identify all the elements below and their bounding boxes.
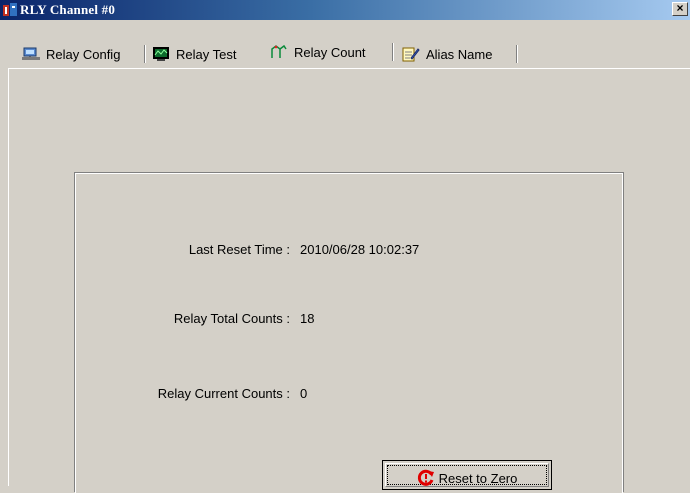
tab-label: Alias Name <box>426 46 493 62</box>
tab-relay-test[interactable]: Relay Test <box>148 42 260 66</box>
tab-strip: Relay Config Relay Test Relay Count Alia… <box>0 20 690 72</box>
last-reset-time-value: 2010/06/28 10:02:37 <box>300 242 420 257</box>
relay-total-counts-label: Relay Total Counts : <box>173 311 290 326</box>
relay-current-counts-value: 0 <box>300 386 308 401</box>
relay-current-counts-label: Relay Current Counts : <box>157 386 290 401</box>
tab-relay-count[interactable]: Relay Count <box>266 40 394 64</box>
count-group-box <box>74 172 624 492</box>
network-config-icon <box>22 46 40 62</box>
notepad-pencil-icon <box>402 46 420 62</box>
tab-label: Relay Test <box>176 46 237 62</box>
close-icon: × <box>676 1 684 15</box>
relay-count-icon <box>270 44 288 60</box>
tab-label: Relay Count <box>294 44 366 60</box>
reset-red-icon <box>417 469 435 487</box>
reset-to-zero-label: Reset to Zero <box>438 470 518 486</box>
relay-total-counts-value: 18 <box>300 311 315 326</box>
last-reset-time-label: Last Reset Time : <box>188 242 290 257</box>
monitor-test-icon <box>152 46 170 62</box>
title-bar: RLY Channel #0 × <box>0 0 690 20</box>
tab-label: Relay Config <box>46 46 121 62</box>
tab-relay-config[interactable]: Relay Config <box>18 42 146 66</box>
window-title: RLY Channel #0 <box>20 2 116 17</box>
close-button[interactable]: × <box>672 2 688 16</box>
app-icon <box>2 2 18 18</box>
tab-alias-name[interactable]: Alias Name <box>398 42 518 66</box>
